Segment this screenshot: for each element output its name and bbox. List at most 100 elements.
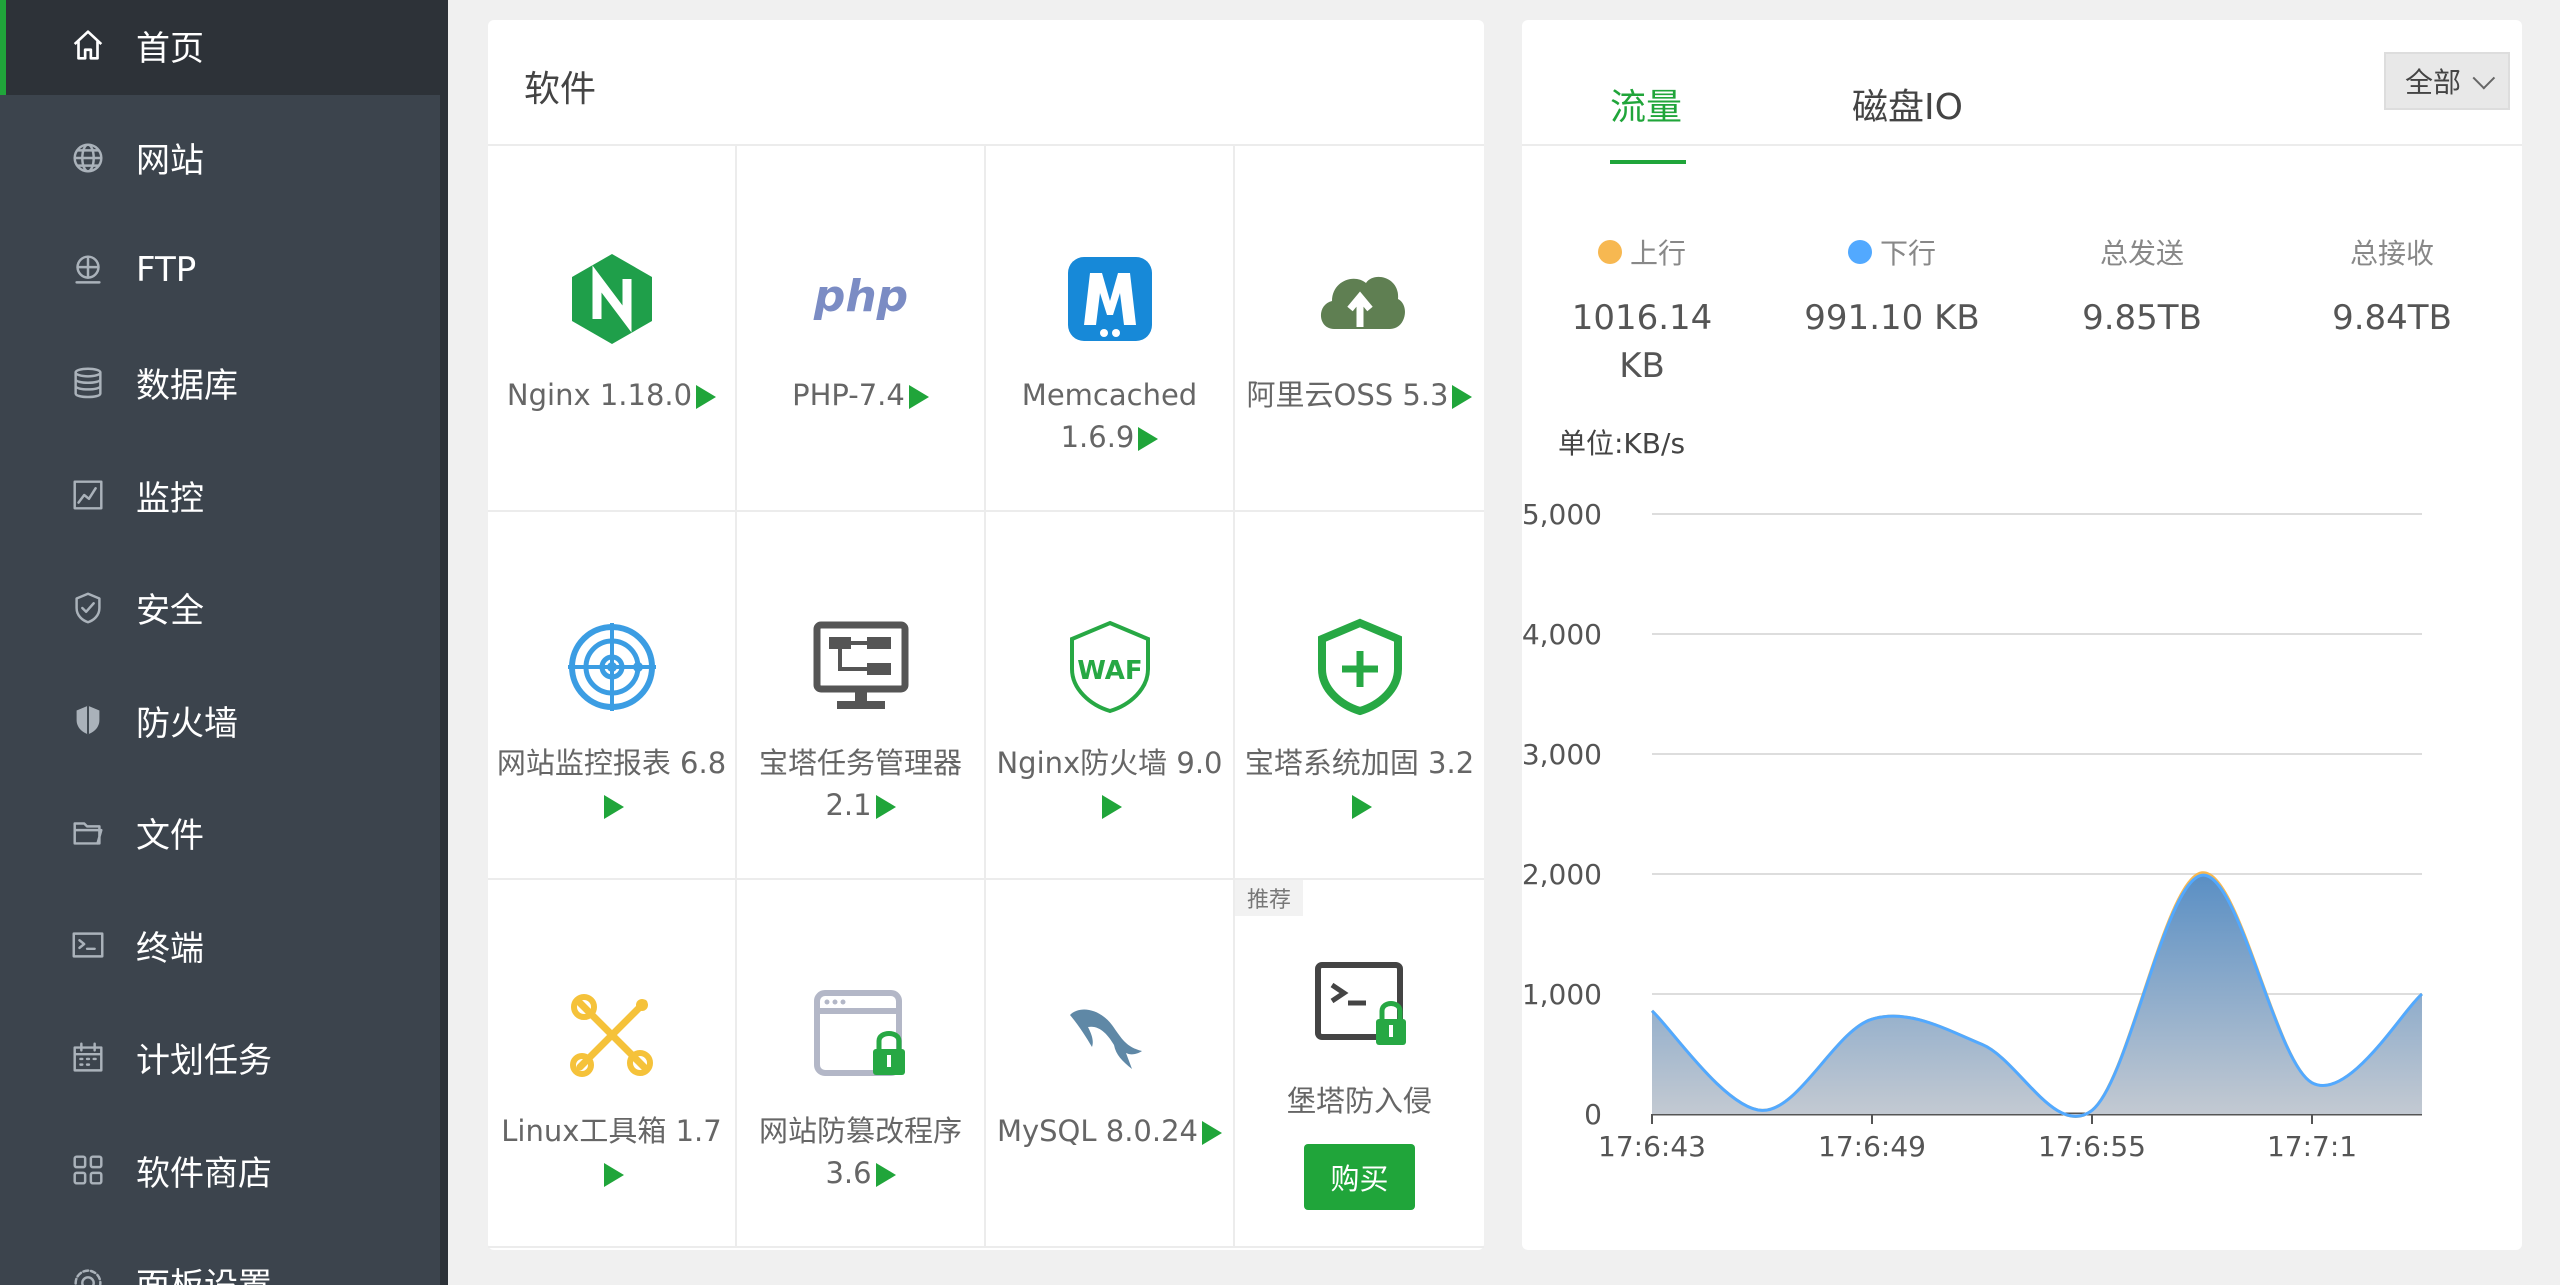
sidebar-item-label: 网站: [136, 141, 204, 181]
svg-text:php: php: [812, 271, 907, 322]
y-tick-label: 2,000: [1522, 858, 1602, 891]
monitor-chart-icon: [68, 475, 108, 515]
software-item[interactable]: WAF Nginx防火墙 9.0: [986, 512, 1235, 880]
software-name: 阿里云OSS 5.3: [1240, 374, 1480, 416]
software-name: 堡塔防入侵: [1240, 1080, 1480, 1122]
software-name-text: 网站防篡改程序 3.6: [758, 1114, 962, 1190]
stat-label: 总发送: [2099, 237, 2184, 270]
software-item[interactable]: 网站防篡改程序 3.6: [737, 880, 986, 1248]
nginx-icon: [557, 244, 667, 354]
sidebar-item-label: 面板设置: [136, 1258, 272, 1285]
software-name-text: 宝塔任务管理器 2.1: [758, 746, 962, 822]
software-name-text: 阿里云OSS 5.3: [1246, 378, 1449, 412]
software-name: PHP-7.4: [741, 374, 981, 416]
play-icon[interactable]: [696, 385, 717, 409]
stat-upload: 上行 1016.14 KB: [1522, 232, 1762, 390]
software-item[interactable]: Nginx 1.18.0: [488, 144, 737, 512]
stat-value: 991.10 KB: [1804, 298, 1980, 338]
software-name: 宝塔任务管理器 2.1: [741, 742, 981, 826]
software-name-text: 宝塔系统加固 3.2: [1244, 746, 1475, 780]
linux-toolbox-icon: [557, 980, 667, 1090]
software-item[interactable]: php PHP-7.4: [737, 144, 986, 512]
sidebar-item-monitor-chart[interactable]: 监控: [0, 445, 440, 545]
tab-disk-io[interactable]: 磁盘IO: [1852, 78, 1963, 130]
stat-download: 下行 991.10 KB: [1772, 232, 2012, 342]
sidebar-item-shield[interactable]: 安全: [0, 558, 440, 658]
waf-icon: WAF: [1055, 612, 1165, 722]
sidebar-item-grid-apps[interactable]: 软件商店: [0, 1120, 440, 1220]
software-item[interactable]: 阿里云OSS 5.3: [1235, 144, 1484, 512]
software-item[interactable]: Memcached 1.6.9: [986, 144, 1235, 512]
network-select[interactable]: 全部: [2384, 52, 2510, 110]
svg-text:WAF: WAF: [1077, 656, 1142, 686]
globe-icon: [68, 138, 108, 178]
stat-total-sent: 总发送 9.85TB: [2022, 232, 2262, 342]
sidebar-item-database[interactable]: 数据库: [0, 333, 440, 433]
folder-icon: [68, 813, 108, 853]
terminal-icon: [68, 925, 108, 965]
divider: [1522, 144, 2522, 146]
software-item[interactable]: MySQL 8.0.24: [986, 880, 1235, 1248]
sidebar-item-folder[interactable]: 文件: [0, 783, 440, 883]
upload-legend-dot: [1597, 240, 1622, 264]
software-name-text: MySQL 8.0.24: [996, 1114, 1199, 1148]
ftp-icon: [68, 250, 108, 290]
intrusion-prevention-icon: [1305, 950, 1415, 1060]
firewall-shield-icon: [68, 700, 108, 740]
software-grid: Nginx 1.18.0 php PHP-7.4 Memcached 1.6.9 阿里云…: [488, 144, 1484, 1250]
play-icon[interactable]: [603, 795, 624, 819]
y-tick-label: 0: [1584, 1098, 1602, 1131]
sidebar-item-ftp[interactable]: FTP: [0, 220, 440, 320]
software-name: 网站监控报表 6.8: [492, 742, 732, 826]
software-title: 软件: [524, 69, 597, 110]
shield-icon: [68, 588, 108, 628]
chart-unit-label: 单位:KB/s: [1558, 427, 1686, 460]
stat-label: 下行: [1879, 237, 1936, 270]
tab-traffic[interactable]: 流量: [1610, 78, 1682, 130]
mysql-icon: [1055, 980, 1165, 1090]
sidebar-item-label: 安全: [136, 591, 204, 631]
sidebar-item-label: 计划任务: [136, 1041, 272, 1081]
software-panel: 软件 Nginx 1.18.0 php PHP-7.4 Memcached 1.6.9…: [488, 20, 1484, 1250]
sidebar-item-calendar[interactable]: 计划任务: [0, 1008, 440, 1108]
traffic-panel: 流量 磁盘IO 全部 上行 1016.14 KB 下行 991.10 KB 总发…: [1522, 20, 2522, 1250]
buy-button[interactable]: 购买: [1304, 1144, 1415, 1210]
software-item[interactable]: 宝塔任务管理器 2.1: [737, 512, 986, 880]
sidebar-item-gear[interactable]: 面板设置: [0, 1233, 440, 1285]
play-icon[interactable]: [1351, 795, 1372, 819]
software-name-text: Linux工具箱 1.7: [501, 1114, 722, 1148]
sidebar-item-label: 软件商店: [136, 1153, 272, 1194]
stat-label: 上行: [1629, 237, 1686, 270]
memcached-icon: [1055, 244, 1165, 354]
y-tick-label: 4,000: [1522, 618, 1602, 651]
x-tick-label: 17:6:43: [1598, 1130, 1706, 1163]
y-tick-label: 1,000: [1522, 978, 1602, 1011]
stat-label: 总接收: [2349, 237, 2434, 270]
series-line-download: [1650, 873, 2423, 1118]
gear-icon: [68, 1263, 108, 1285]
play-icon[interactable]: [908, 385, 929, 409]
play-icon[interactable]: [875, 1163, 896, 1187]
play-icon[interactable]: [875, 795, 896, 819]
software-item[interactable]: 网站监控报表 6.8: [488, 512, 737, 880]
x-tick-label: 17:7:1: [2267, 1130, 2357, 1163]
sidebar-item-terminal[interactable]: 终端: [0, 895, 440, 995]
play-icon[interactable]: [1138, 427, 1159, 451]
sidebar-item-label: 文件: [136, 816, 204, 856]
software-name: 宝塔系统加固 3.2: [1240, 742, 1480, 826]
sidebar-item-firewall-shield[interactable]: 防火墙: [0, 670, 440, 770]
play-icon[interactable]: [1101, 795, 1122, 819]
play-icon[interactable]: [1452, 385, 1473, 409]
tamper-proof-icon: [806, 980, 916, 1090]
software-item[interactable]: 推荐 堡塔防入侵 购买: [1235, 880, 1484, 1248]
software-item[interactable]: 宝塔系统加固 3.2: [1235, 512, 1484, 880]
download-legend-dot: [1847, 240, 1872, 264]
sidebar-item-home[interactable]: 首页: [0, 0, 440, 95]
sidebar-item-globe[interactable]: 网站: [0, 108, 440, 208]
software-item[interactable]: Linux工具箱 1.7: [488, 880, 737, 1248]
software-name-text: Nginx 1.18.0: [506, 378, 693, 412]
stat-value: 9.84TB: [2332, 298, 2452, 338]
play-icon[interactable]: [1202, 1121, 1223, 1145]
play-icon[interactable]: [603, 1163, 624, 1187]
home-icon: [68, 25, 108, 65]
